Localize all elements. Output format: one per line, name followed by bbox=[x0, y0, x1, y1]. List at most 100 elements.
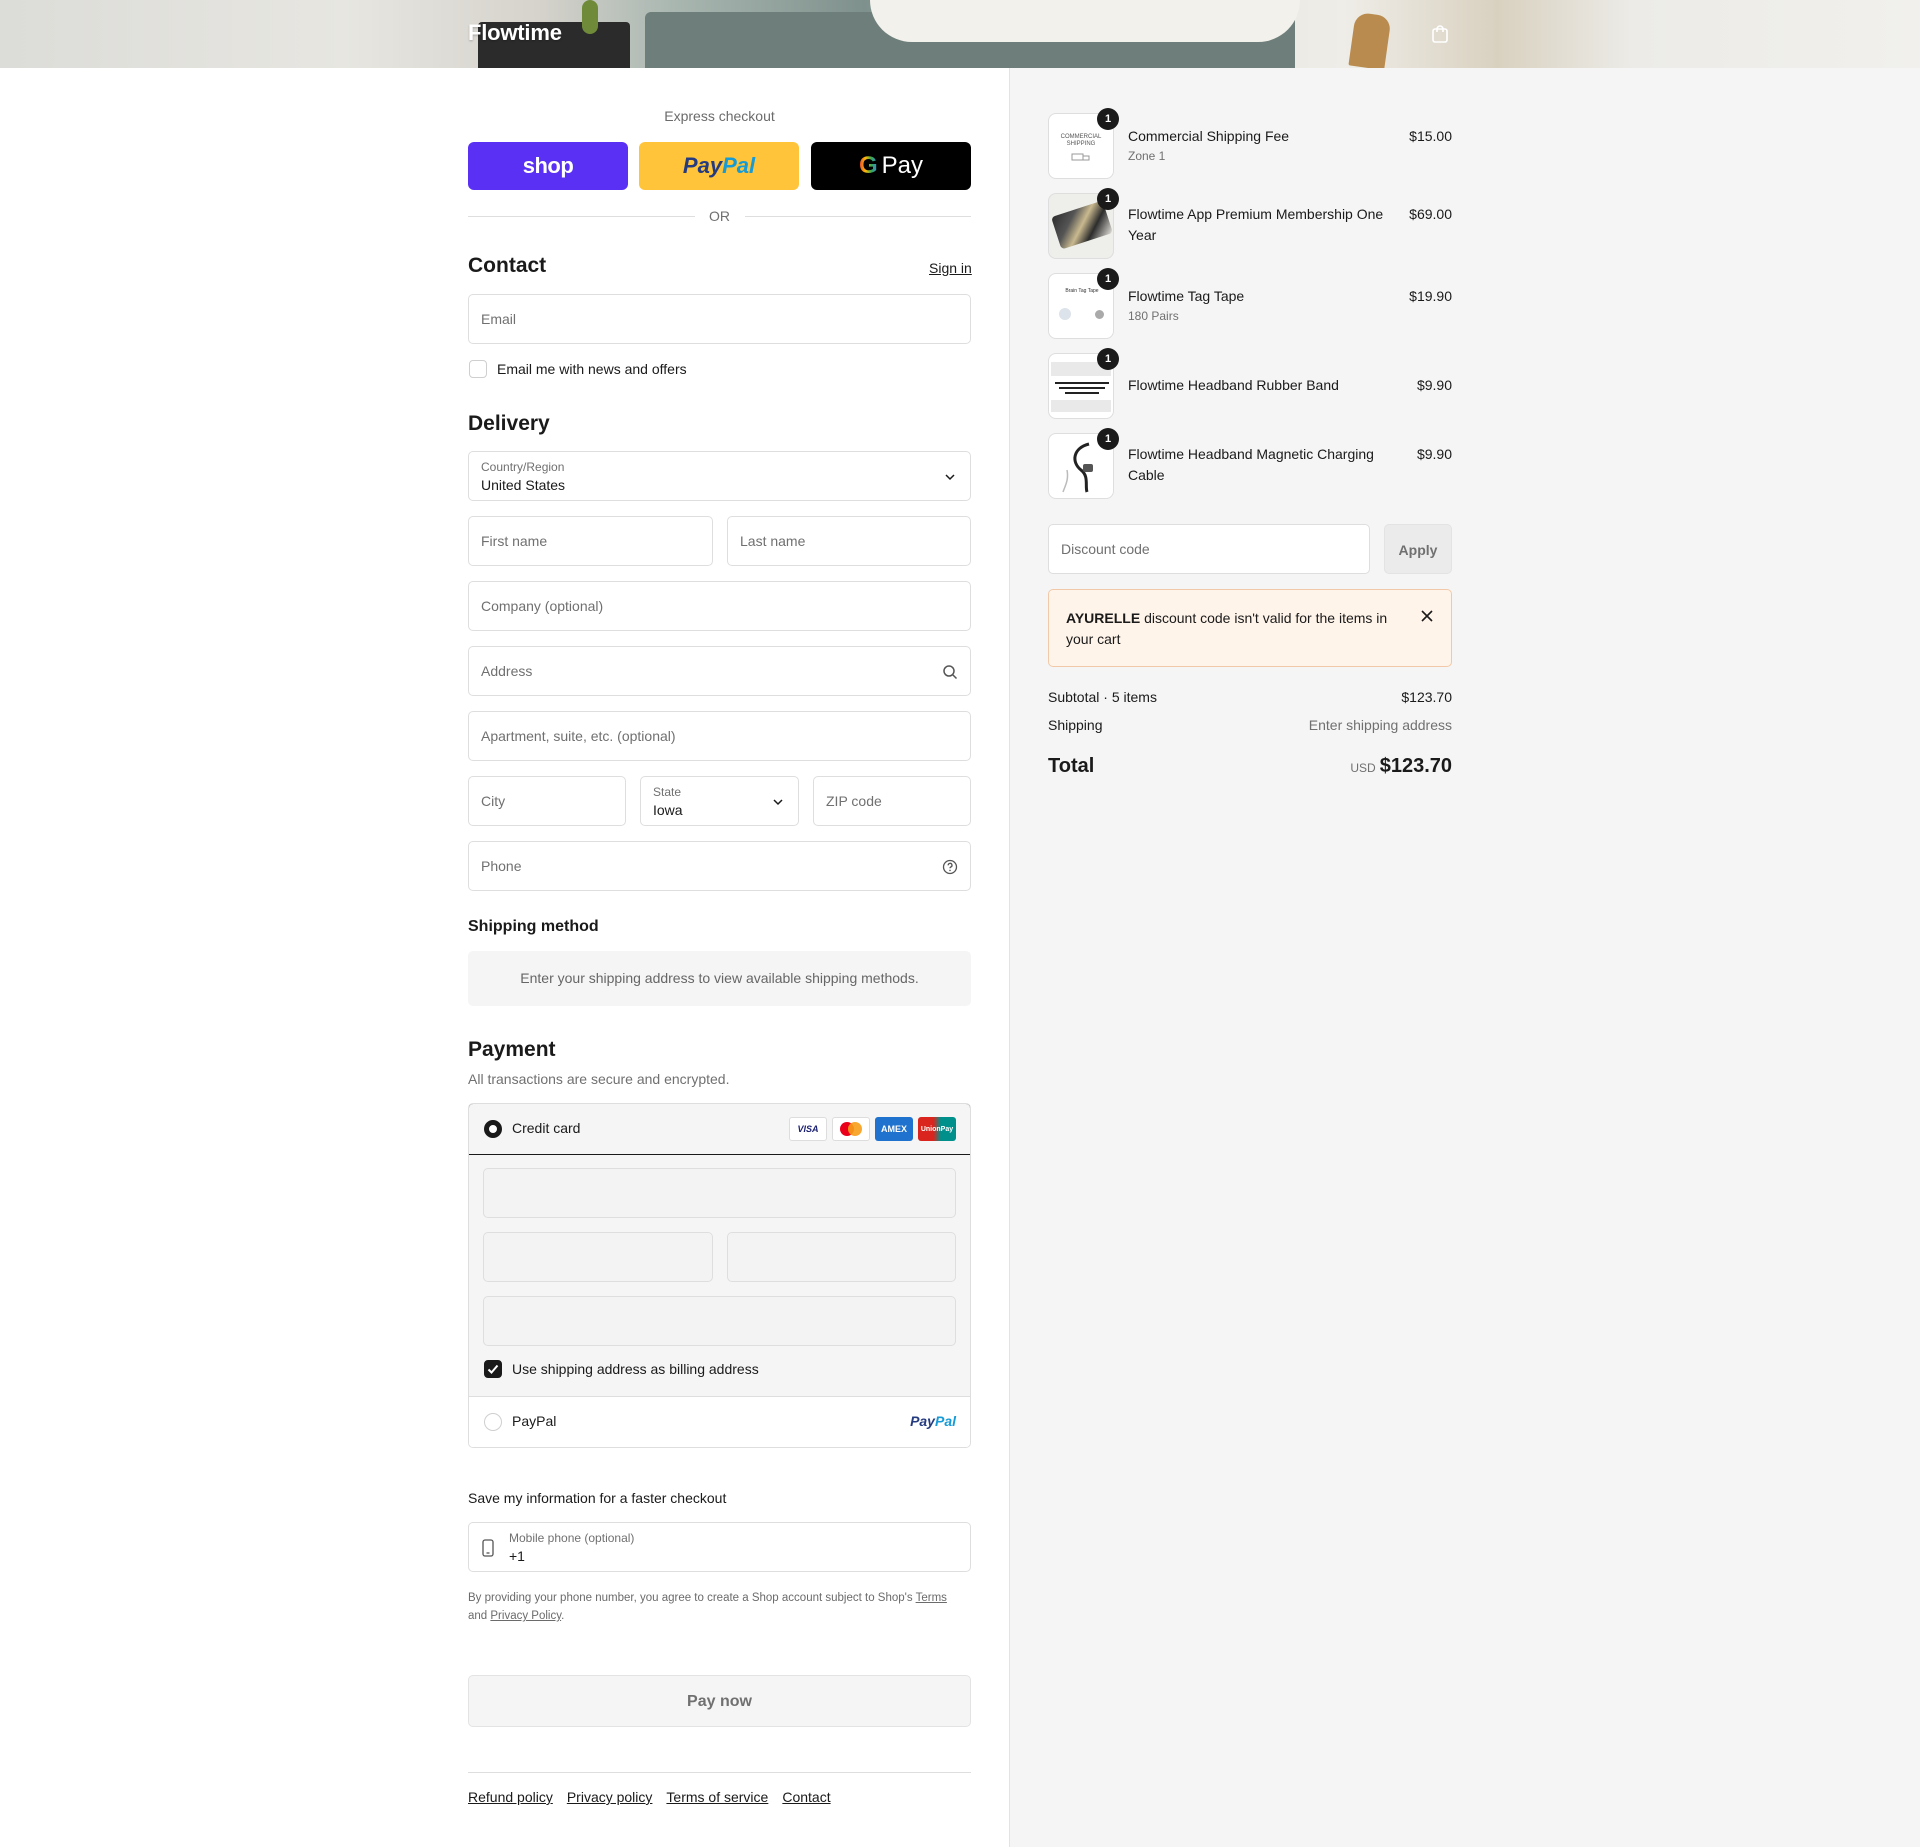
total-label: Total bbox=[1048, 755, 1095, 777]
cable-image bbox=[1062, 442, 1093, 493]
card-name-field[interactable] bbox=[483, 1296, 956, 1346]
band-line-3 bbox=[1065, 392, 1099, 394]
thumb-shipping-line-1: COMMERCIAL bbox=[1060, 134, 1102, 140]
quantity-badge: 1 bbox=[1097, 188, 1119, 210]
refund-policy-link[interactable]: Refund policy bbox=[468, 1789, 553, 1805]
brand-logo[interactable]: Flowtime bbox=[468, 20, 562, 46]
privacy-policy-footer-link[interactable]: Privacy policy bbox=[567, 1789, 653, 1805]
credit-card-option[interactable]: Credit card VISA AMEX UnionPay bbox=[469, 1104, 970, 1155]
payment-heading: Payment bbox=[468, 1038, 556, 1061]
billing-label: Use shipping address as billing address bbox=[512, 1361, 759, 1377]
or-divider: OR bbox=[468, 208, 971, 224]
card-expiry-field[interactable] bbox=[483, 1232, 713, 1282]
country-value: United States bbox=[481, 477, 566, 493]
paypal-logo: PayPal bbox=[910, 1413, 956, 1429]
item-name: Flowtime App Premium Membership One Year bbox=[1128, 206, 1384, 243]
shipping-method-heading: Shipping method bbox=[468, 918, 599, 935]
email-field[interactable]: Email bbox=[468, 294, 971, 344]
item-price: $15.00 bbox=[1409, 128, 1452, 144]
paypal-option[interactable]: PayPal PayPal bbox=[469, 1397, 970, 1447]
cart-icon[interactable] bbox=[1430, 24, 1450, 44]
order-summary-column bbox=[1009, 68, 1920, 1847]
mobile-phone-field[interactable]: Mobile phone (optional) +1 bbox=[468, 1522, 971, 1572]
paypal-logo-pay: Pay bbox=[910, 1413, 935, 1429]
shipping-method-note: Enter your shipping address to view avai… bbox=[468, 951, 971, 1006]
credit-card-radio[interactable] bbox=[484, 1120, 502, 1138]
apply-discount-button[interactable]: Apply bbox=[1384, 524, 1452, 574]
total-amount: USD $123.70 bbox=[1350, 755, 1452, 778]
google-pay-button[interactable]: G Pay bbox=[811, 142, 971, 190]
card-number-field[interactable] bbox=[483, 1168, 956, 1218]
first-name-placeholder: First name bbox=[481, 533, 548, 549]
banner-strap bbox=[1348, 11, 1392, 68]
apartment-field[interactable]: Apartment, suite, etc. (optional) bbox=[468, 711, 971, 761]
state-select[interactable]: State Iowa bbox=[640, 776, 799, 826]
shop-pay-button[interactable]: shop bbox=[468, 142, 628, 190]
discount-code-name: AYURELLE bbox=[1066, 610, 1141, 626]
item-name: Commercial Shipping Fee bbox=[1128, 128, 1290, 144]
help-icon[interactable] bbox=[942, 859, 958, 875]
country-select[interactable]: Country/Region United States bbox=[468, 451, 971, 501]
mastercard-icon bbox=[832, 1117, 870, 1141]
total-value: $123.70 bbox=[1379, 755, 1452, 777]
sign-in-link[interactable]: Sign in bbox=[929, 260, 972, 276]
card-cvv-field[interactable] bbox=[727, 1232, 956, 1282]
payment-subtitle: All transactions are secure and encrypte… bbox=[468, 1071, 730, 1087]
zip-field[interactable]: ZIP code bbox=[813, 776, 971, 826]
item-price: $19.90 bbox=[1409, 288, 1452, 304]
item-variant: Zone 1 bbox=[1128, 149, 1166, 163]
contact-link[interactable]: Contact bbox=[782, 1789, 830, 1805]
last-name-field[interactable]: Last name bbox=[727, 516, 971, 566]
address-field[interactable]: Address bbox=[468, 646, 971, 696]
subtotal-label: Subtotal · 5 items bbox=[1048, 689, 1157, 705]
discount-error-message: AYURELLE discount code isn't valid for t… bbox=[1066, 608, 1396, 650]
newsletter-checkbox[interactable] bbox=[469, 360, 487, 378]
footer-divider bbox=[468, 1772, 971, 1773]
terms-of-service-link[interactable]: Terms of service bbox=[666, 1789, 768, 1805]
state-label: State bbox=[653, 785, 682, 799]
band-shade-bottom bbox=[1051, 400, 1111, 412]
item-thumbnail: COMMERCIAL SHIPPING 1 bbox=[1048, 108, 1119, 179]
state-value: Iowa bbox=[653, 802, 683, 818]
company-field[interactable]: Company (optional) bbox=[468, 581, 971, 631]
terms-link[interactable]: Terms bbox=[916, 1592, 947, 1604]
discount-code-field[interactable]: Discount code bbox=[1048, 524, 1370, 574]
pay-now-button[interactable]: Pay now bbox=[468, 1675, 971, 1727]
chevron-down-icon bbox=[773, 799, 783, 806]
item-thumbnail: 1 bbox=[1048, 188, 1119, 259]
payment-methods: Credit card VISA AMEX UnionPay Use shipp… bbox=[468, 1103, 971, 1448]
item-thumbnail: 1 bbox=[1048, 428, 1119, 499]
footer-links: Refund policy Privacy policy Terms of se… bbox=[468, 1789, 831, 1805]
first-name-field[interactable]: First name bbox=[468, 516, 713, 566]
express-checkout-title: Express checkout bbox=[664, 108, 775, 124]
phone-field[interactable]: Phone bbox=[468, 841, 971, 891]
address-placeholder: Address bbox=[481, 663, 533, 679]
amex-icon: AMEX bbox=[875, 1117, 913, 1141]
billing-checkbox[interactable] bbox=[484, 1360, 502, 1378]
truck-icon bbox=[1071, 153, 1090, 161]
item-thumbnail: Brain Tag Tape 1 bbox=[1048, 268, 1119, 339]
header-banner: Flowtime bbox=[0, 0, 1920, 68]
thumb-shipping-line-2: SHIPPING bbox=[1066, 141, 1096, 147]
privacy-policy-link[interactable]: Privacy Policy bbox=[490, 1610, 561, 1622]
item-name: Flowtime Tag Tape bbox=[1128, 288, 1245, 304]
unionpay-icon: UnionPay bbox=[918, 1117, 956, 1141]
phone-placeholder: Phone bbox=[481, 858, 522, 874]
subtotal-value: $123.70 bbox=[1401, 689, 1452, 705]
paypal-radio[interactable] bbox=[484, 1413, 502, 1431]
subtotal-row: Subtotal · 5 items $123.70 bbox=[1048, 689, 1452, 705]
or-label: OR bbox=[709, 208, 730, 224]
search-icon[interactable] bbox=[942, 664, 958, 680]
banner-plant bbox=[582, 0, 598, 34]
paypal-logo-pal: Pal bbox=[934, 1413, 956, 1429]
thumb-shipping-text: COMMERCIAL SHIPPING bbox=[1049, 134, 1113, 148]
city-field[interactable]: City bbox=[468, 776, 626, 826]
paypal-express-button[interactable]: Pay Pal bbox=[639, 142, 799, 190]
last-name-placeholder: Last name bbox=[740, 533, 806, 549]
email-placeholder: Email bbox=[481, 311, 517, 327]
legal-text-body: By providing your phone number, you agre… bbox=[468, 1592, 913, 1604]
shipping-row: Shipping Enter shipping address bbox=[1048, 717, 1452, 733]
contact-heading: Contact bbox=[468, 254, 547, 277]
close-icon[interactable] bbox=[1419, 608, 1435, 624]
delivery-heading: Delivery bbox=[468, 412, 550, 435]
